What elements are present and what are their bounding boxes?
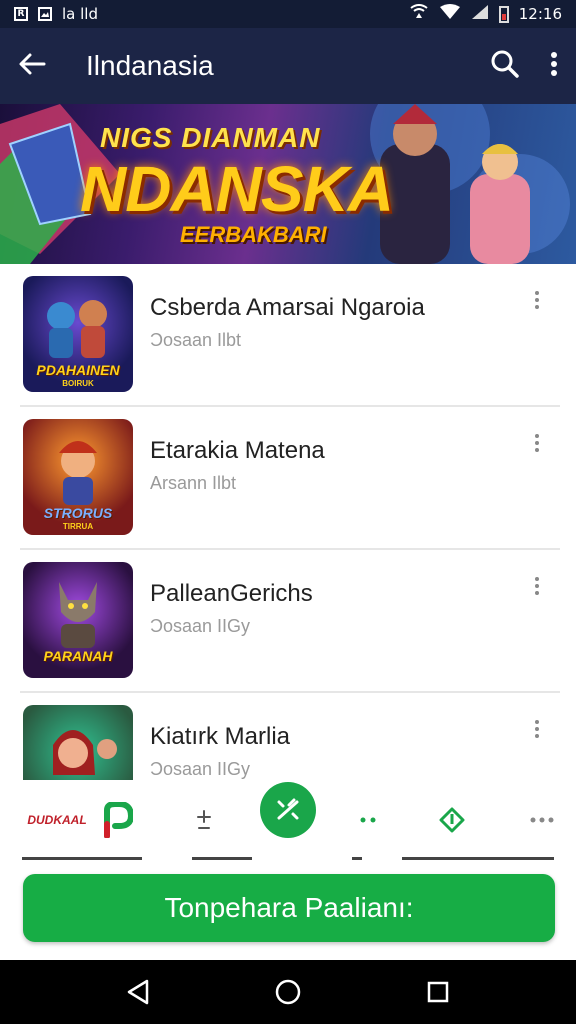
list-item[interactable]: Kiatırk Marlia Ͻosaan IIGy (0, 693, 576, 780)
app-bar-actions (490, 49, 558, 83)
game-name: Csberda Amarsai Ngaroia (150, 294, 425, 321)
game-meta: Arsann Ilbt (150, 473, 237, 493)
thumb-sub: TIRRUA (62, 522, 94, 531)
list-item[interactable]: PDAHAINEN BOIRUK Csberda Amarsai Ngaroia… (0, 264, 576, 407)
status-left: R la lld (14, 5, 98, 23)
p-icon[interactable] (94, 794, 138, 846)
wifi-icon (439, 4, 461, 24)
image-notification-icon (38, 7, 52, 21)
more-vertical-icon[interactable] (550, 51, 558, 81)
diamond-icon[interactable] (432, 794, 472, 846)
primary-cta-button[interactable]: Tonpehara Paalianı: (23, 874, 555, 942)
system-nav-bar (0, 960, 576, 1024)
back-arrow-icon[interactable] (18, 49, 62, 84)
thumb-sub: BOIRUK (62, 379, 94, 388)
app-bar: Ilndanasia (0, 28, 576, 104)
game-name: Kiatırk Marlia (150, 723, 291, 750)
more-vertical-icon[interactable] (533, 719, 541, 743)
status-bar: R la lld 12:16 (0, 0, 576, 28)
game-meta: Ͻosaan IIGy (150, 759, 251, 779)
hotspot-icon (409, 4, 429, 24)
game-meta: Ͻosaan Ilbt (150, 330, 242, 350)
banner-main-text: NDANSKA (80, 153, 394, 225)
game-meta: Ͻosaan IIGy (150, 616, 251, 636)
thumb-label: PARANAH (43, 648, 113, 664)
cta-area: Tonpehara Paalianı: (0, 860, 576, 960)
nav-recents-icon[interactable] (420, 974, 456, 1010)
status-right: 12:16 (409, 4, 562, 24)
game-thumbnail (23, 705, 133, 780)
search-icon[interactable] (490, 49, 520, 83)
game-list: PDAHAINEN BOIRUK Csberda Amarsai Ngaroia… (0, 264, 576, 780)
game-thumbnail: PARANAH (23, 562, 133, 678)
game-thumbnail: PDAHAINEN BOIRUK (23, 276, 133, 392)
clock: 12:16 (518, 5, 562, 23)
dots-icon[interactable] (350, 794, 386, 846)
list-item[interactable]: STRORUS TIRRUA Etarakia Matena Arsann Il… (0, 407, 576, 550)
thumb-label: PDAHAINEN (36, 362, 120, 378)
banner-sub-text: EERBAKBARI (180, 222, 327, 247)
nav-home-icon[interactable] (270, 974, 306, 1010)
list-item[interactable]: PARANAH PalleanGerichs Ͻosaan IIGy (0, 550, 576, 693)
promo-banner[interactable]: NIGS DIANMAN NDANSKA EERBAKBARI (0, 104, 576, 264)
fab-button[interactable] (260, 782, 316, 838)
signal-icon (471, 4, 489, 24)
game-name: PalleanGerichs (150, 580, 313, 607)
more-horizontal-icon[interactable] (522, 794, 562, 846)
plus-minus-icon[interactable] (186, 794, 222, 846)
more-vertical-icon[interactable] (533, 433, 541, 457)
app-title: Ilndanasia (86, 50, 214, 81)
more-vertical-icon[interactable] (533, 576, 541, 600)
brand-logo-text: DUDKAAL (27, 813, 87, 827)
game-thumbnail: STRORUS TIRRUA (23, 419, 133, 535)
brand-logo[interactable]: DUDKAAL (22, 794, 92, 846)
notification-r-icon: R (14, 7, 28, 21)
status-left-text: la lld (62, 5, 98, 23)
game-name: Etarakia Matena (150, 437, 325, 464)
more-vertical-icon[interactable] (533, 290, 541, 314)
nav-back-icon[interactable] (120, 974, 156, 1010)
battery-icon (498, 5, 509, 23)
banner-top-text: NIGS DIANMAN (100, 122, 321, 153)
swords-icon (277, 798, 299, 820)
bottom-nav: DUDKAAL (0, 780, 576, 860)
thumb-label: STRORUS (43, 505, 113, 521)
